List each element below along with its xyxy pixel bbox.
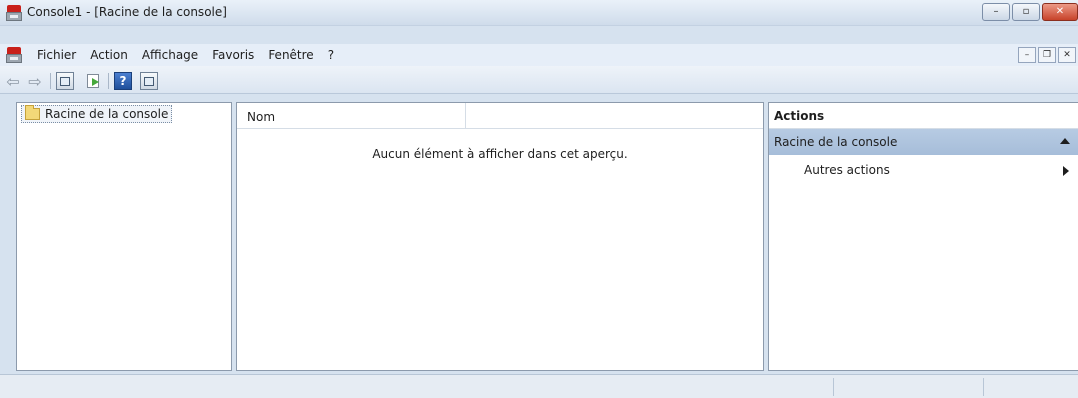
- mdi-close-button[interactable]: ✕: [1058, 47, 1076, 63]
- tree-item-label: Racine de la console: [45, 107, 169, 121]
- show-hide-tree-icon[interactable]: [56, 72, 74, 90]
- action-item-label: Autres actions: [804, 163, 890, 177]
- menu-fichier[interactable]: Fichier: [30, 48, 83, 62]
- toolbar-separator: [50, 73, 51, 89]
- window-title: Console1 - [Racine de la console]: [27, 5, 227, 19]
- title-bar[interactable]: Console1 - [Racine de la console] – ▫ ✕: [0, 0, 1078, 26]
- actions-section-title: Racine de la console: [774, 135, 898, 149]
- status-separator: [983, 378, 984, 396]
- actions-pane: Actions Racine de la console Autres acti…: [768, 102, 1078, 371]
- result-list-pane[interactable]: Nom Aucun élément à afficher dans cet ap…: [236, 102, 764, 371]
- back-arrow-icon[interactable]: ⇦: [4, 72, 22, 91]
- mdi-minimize-button[interactable]: –: [1018, 47, 1036, 63]
- collapse-up-icon[interactable]: [1060, 138, 1070, 144]
- tree-item-racine[interactable]: Racine de la console: [21, 105, 173, 123]
- menu-bar: Fichier Action Affichage Favoris Fenêtre…: [0, 44, 1078, 66]
- export-list-icon[interactable]: [84, 72, 102, 90]
- actions-section-racine[interactable]: Racine de la console: [769, 129, 1078, 155]
- maximize-button[interactable]: ▫: [1012, 3, 1040, 21]
- mmc-app-icon[interactable]: [6, 5, 22, 21]
- forward-arrow-icon[interactable]: ⇨: [26, 72, 44, 91]
- mdi-document-icon[interactable]: [6, 47, 22, 63]
- menu-help[interactable]: ?: [321, 48, 341, 62]
- menu-action[interactable]: Action: [83, 48, 135, 62]
- help-icon[interactable]: ?: [114, 72, 132, 90]
- folder-icon: [25, 105, 40, 120]
- empty-list-message: Aucun élément à afficher dans cet aperçu…: [372, 147, 628, 161]
- console-tree-pane[interactable]: Racine de la console: [16, 102, 232, 371]
- list-column-header: Nom: [237, 103, 763, 129]
- menu-affichage[interactable]: Affichage: [135, 48, 205, 62]
- toolbar-separator: [108, 73, 109, 89]
- status-bar: [0, 374, 1078, 398]
- action-autres-actions[interactable]: Autres actions: [769, 157, 1078, 181]
- mdi-restore-button[interactable]: ❐: [1038, 47, 1056, 63]
- toolbar: ⇦ ⇨ ?: [0, 66, 1078, 94]
- submenu-arrow-icon: [1063, 166, 1069, 176]
- mdi-controls: – ❐ ✕: [1018, 47, 1076, 63]
- column-header-nom[interactable]: Nom: [237, 103, 466, 129]
- status-separator: [833, 378, 834, 396]
- minimize-button[interactable]: –: [982, 3, 1010, 21]
- close-button[interactable]: ✕: [1042, 3, 1078, 21]
- actions-header: Actions: [769, 103, 1078, 129]
- mmc-window: Console1 - [Racine de la console] – ▫ ✕ …: [0, 0, 1078, 398]
- menu-fenetre[interactable]: Fenêtre: [261, 48, 320, 62]
- show-hide-action-pane-icon[interactable]: [140, 72, 158, 90]
- window-controls: – ▫ ✕: [982, 3, 1078, 21]
- menu-favoris[interactable]: Favoris: [205, 48, 261, 62]
